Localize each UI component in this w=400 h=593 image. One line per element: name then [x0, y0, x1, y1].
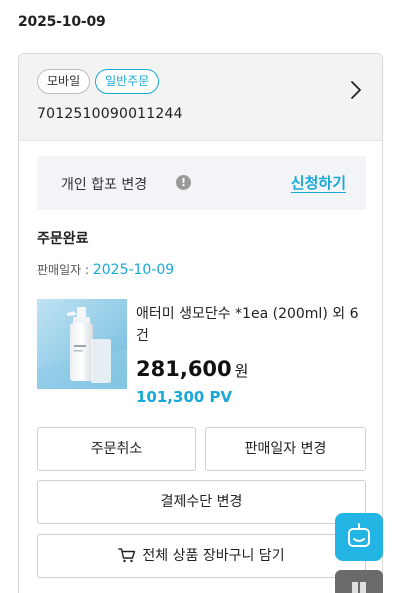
price-value: 281,600: [136, 357, 232, 381]
order-date-header: 2025-10-09: [18, 14, 106, 30]
add-all-to-cart-button[interactable]: 전체 상품 장바구니 담기: [37, 534, 366, 578]
price-unit: 원: [234, 362, 249, 380]
change-payment-button[interactable]: 결제수단 변경: [37, 480, 366, 524]
info-icon[interactable]: !: [176, 175, 191, 190]
combined-shipping-label: 개인 합포 변경: [61, 177, 148, 193]
chevron-right-icon[interactable]: [344, 78, 368, 102]
order-status: 주문완료: [37, 231, 89, 247]
cart-icon: [118, 547, 136, 562]
scroll-top-button[interactable]: [335, 570, 383, 593]
product-price: 281,600 원: [136, 357, 248, 381]
apply-link[interactable]: 신청하기: [291, 172, 346, 193]
add-all-to-cart-label: 전체 상품 장바구니 담기: [142, 548, 285, 564]
channel-tag: 모바일: [37, 69, 91, 94]
chatbot-button[interactable]: [335, 513, 383, 561]
menu-icon: [352, 582, 366, 593]
combined-shipping-notice: 개인 합포 변경 ! 신청하기: [37, 156, 366, 210]
order-card: 모바일 일반주문 7012510090011244 개인 합포 변경 ! 신청하…: [18, 53, 383, 593]
order-tags: 모바일 일반주문: [37, 69, 160, 94]
chatbot-icon: [348, 523, 370, 547]
product-image[interactable]: [37, 299, 127, 389]
order-number: 7012510090011244: [37, 106, 183, 122]
order-type-tag: 일반주문: [95, 69, 160, 94]
sale-date: 판매일자 : 2025-10-09: [37, 261, 174, 278]
product-pv: 101,300 PV: [136, 388, 233, 406]
sale-date-value: 2025-10-09: [92, 262, 175, 278]
sale-date-label: 판매일자 :: [37, 263, 93, 277]
order-card-header[interactable]: 모바일 일반주문 7012510090011244: [19, 54, 382, 141]
cancel-order-button[interactable]: 주문취소: [37, 427, 196, 471]
change-sale-date-button[interactable]: 판매일자 변경: [205, 427, 366, 471]
product-name[interactable]: 애터미 생모단수 *1ea (200ml) 외 6건: [136, 303, 362, 347]
